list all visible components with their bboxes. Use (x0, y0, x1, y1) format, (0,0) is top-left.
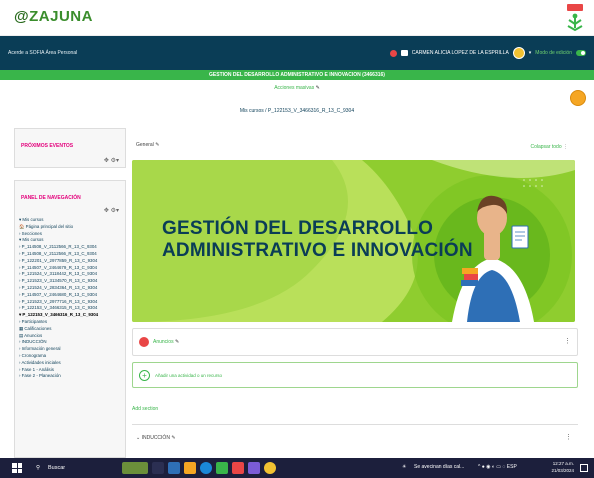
nav-item[interactable]: › Cronograma (19, 353, 123, 360)
messages-icon[interactable] (400, 50, 408, 56)
nav-item[interactable]: › Fase 2 - Planeación (19, 373, 123, 380)
nav-item[interactable]: › P_122201_V_2977859_R_13_C_9304 (19, 258, 123, 265)
left-sidebar: PRÓXIMOS EVENTOS ✥ ⚙▾ PANEL DE NAVEGACIÓ… (14, 128, 126, 458)
add-section-link[interactable]: Add section (132, 406, 158, 412)
taskbar-clock[interactable]: 12:27 a.m. 21/03/2024 (551, 461, 574, 474)
notification-center-icon[interactable] (580, 464, 588, 472)
announcements-link[interactable]: Anuncios ✎ (153, 339, 179, 345)
teams-icon[interactable] (248, 462, 260, 474)
task-view-icon[interactable] (152, 462, 164, 474)
course-hero-banner: GESTIÓN DEL DESARROLLO ADMINISTRATIVO E … (132, 160, 575, 322)
nav-item[interactable]: ▤ Anuncios (19, 333, 123, 340)
nav-tree: ▾ Mis cursos 🏠 Página principal del siti… (19, 217, 123, 380)
nav-item[interactable]: 🏠 Página principal del sitio (19, 224, 123, 231)
nav-item[interactable]: › Actividades iniciales (19, 360, 123, 367)
nav-item[interactable]: › P_121523_V_3134570_R_13_C_9304 (19, 278, 123, 285)
course-content: General ✎ Colapsar todo ⋮ GESTIÓN DEL DE… (132, 128, 580, 458)
more-vertical-icon[interactable]: ⋮ (563, 144, 568, 150)
sena-logo-icon (567, 4, 583, 32)
nav-item[interactable]: › P_121524_V_2834364_R_13_C_9304 (19, 285, 123, 292)
weather-text[interactable]: Se avecinan días cal... (414, 464, 464, 470)
nav-block-title: PANEL DE NAVEGACIÓN (21, 195, 81, 201)
nav-item[interactable]: › P_121524_V_3118442_R_13_C_9304 (19, 271, 123, 278)
section-induccion: ⌄ INDUCCIÓN ✎ ⋮ (132, 424, 578, 458)
nav-item[interactable]: › INDUCCIÓN (19, 339, 123, 346)
nav-item[interactable]: › Fase 1 - Análisis (19, 367, 123, 374)
chrome-icon[interactable] (264, 462, 276, 474)
app-icon[interactable] (232, 462, 244, 474)
zajuna-logo[interactable]: @ZAJUNA (14, 8, 93, 25)
nav-item[interactable]: ▾ Mis cursos (19, 217, 123, 224)
taskbar-search[interactable]: ⚲ Buscar (32, 462, 112, 474)
actions-menu-link[interactable]: Acciones masivas ✎ (0, 85, 594, 91)
nav-block-controls[interactable]: ✥ ⚙▾ (104, 207, 119, 214)
folder-icon[interactable] (184, 462, 196, 474)
edit-mode-toggle[interactable] (576, 50, 586, 56)
pencil-icon: ✎ (315, 85, 320, 91)
navigation-block: PANEL DE NAVEGACIÓN ✥ ⚙▾ ▾ Mis cursos 🏠 … (14, 180, 126, 458)
events-block-title: PRÓXIMOS EVENTOS (21, 143, 74, 149)
more-vertical-icon[interactable]: ⋮ (564, 337, 571, 345)
nav-item[interactable]: › P_121523_V_2977716_R_13_C_9304 (19, 299, 123, 306)
edge-browser-icon[interactable] (200, 462, 212, 474)
top-header: @ZAJUNA (0, 0, 594, 36)
store-icon[interactable] (216, 462, 228, 474)
nav-item[interactable]: › P_122153_V_3466315_R_13_C_9304 (19, 305, 123, 312)
nav-item[interactable]: › P_114507_V_2464680_R_13_C_9304 (19, 292, 123, 299)
course-title-banner: GESTION DEL DESARROLLO ADMINISTRATIVO E … (0, 70, 594, 80)
edit-mode-label: Modo de edición (535, 50, 572, 56)
chevron-down-icon[interactable]: ▾ (529, 50, 532, 56)
widgets-icon[interactable] (122, 462, 148, 474)
windows-taskbar: ⚲ Buscar ☀ Se avecinan días cal... ^ ● ◉… (0, 458, 594, 478)
add-activity-label: Añadir una actividad o un recurso (155, 373, 223, 378)
nav-item[interactable]: ▾ Mis cursos (19, 237, 123, 244)
general-section-title[interactable]: General ✎ (136, 142, 159, 148)
windows-start-icon[interactable] (12, 463, 22, 473)
user-avatar[interactable] (512, 47, 525, 59)
nav-item[interactable]: › P_114507_V_2464679_R_13_C_9304 (19, 265, 123, 272)
induccion-section-title[interactable]: ⌄ INDUCCIÓN ✎ (136, 435, 176, 441)
tray-icons[interactable]: ^ ● ◉ ◐ ▭ ◌ ESP (478, 464, 517, 470)
nav-item[interactable]: › Participantes (19, 319, 123, 326)
file-explorer-icon[interactable] (168, 462, 180, 474)
pencil-icon[interactable]: ✎ (155, 142, 159, 148)
nav-item[interactable]: › Secciones (19, 231, 123, 238)
user-name[interactable]: CARMEN ALICIA LOPEZ DE LA ESPRILLA (412, 50, 509, 56)
breadcrumb[interactable]: Mis cursos / P_122153_V_3466316_R_13_C_9… (0, 108, 594, 114)
events-block-controls[interactable]: ✥ ⚙▾ (104, 157, 119, 164)
more-vertical-icon[interactable]: ⋮ (565, 433, 572, 441)
nav-item[interactable]: › P_114508_V_2112566_R_13_C_9304 (19, 251, 123, 258)
navbar-links[interactable]: Acerde a SOFIA Área Personal (8, 50, 77, 56)
forum-icon (139, 337, 149, 347)
plus-icon: + (139, 370, 150, 381)
upcoming-events-block: PRÓXIMOS EVENTOS ✥ ⚙▾ (14, 128, 126, 168)
pencil-icon[interactable]: ✎ (171, 435, 175, 441)
hero-course-title: GESTIÓN DEL DESARROLLO ADMINISTRATIVO E … (162, 218, 473, 261)
pencil-icon[interactable]: ✎ (175, 339, 179, 345)
add-activity-button[interactable]: + Añadir una actividad o un recurso (132, 362, 578, 388)
chevron-down-icon[interactable]: ⌄ (136, 435, 140, 441)
search-icon: ⚲ (36, 465, 41, 471)
collapse-all-link[interactable]: Colapsar todo ⋮ (530, 144, 568, 150)
main-navbar: Acerde a SOFIA Área Personal CARMEN ALIC… (0, 36, 594, 70)
nav-item[interactable]: › Información general (19, 346, 123, 353)
nav-item[interactable]: › P_114508_V_2112566_R_13_C_9304 (19, 244, 123, 251)
weather-icon[interactable]: ☀ (402, 464, 406, 470)
block-drawer-button[interactable] (570, 90, 586, 106)
nav-item-current-course[interactable]: ▾ P_122153_V_3466316_R_13_C_9304 (19, 312, 123, 319)
announcements-activity[interactable]: Anuncios ✎ ⋮ (132, 328, 578, 356)
nav-item[interactable]: ▦ Calificaciones (19, 326, 123, 333)
navbar-user-area: CARMEN ALICIA LOPEZ DE LA ESPRILLA ▾ Mod… (389, 46, 586, 60)
notifications-bell-icon[interactable] (389, 49, 397, 57)
